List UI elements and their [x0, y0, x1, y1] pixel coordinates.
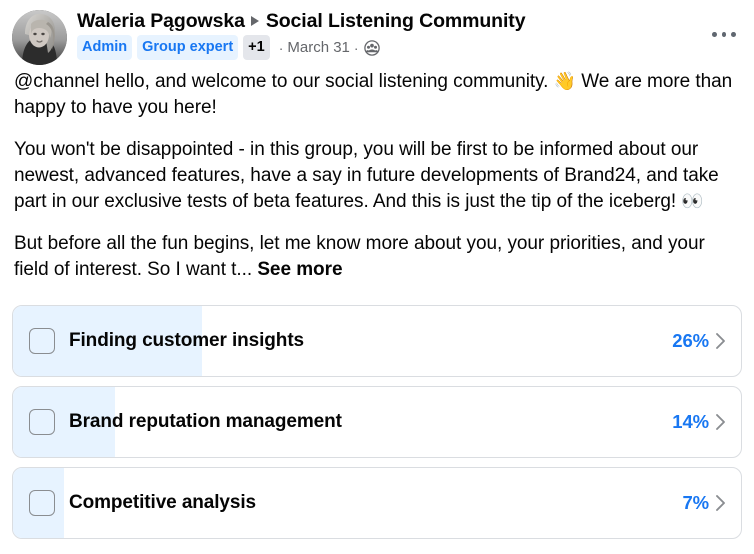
post-meta-line: Admin Group expert +1 · March 31 · [77, 35, 742, 60]
poll-percent: 14% [672, 411, 709, 432]
chevron-right-icon[interactable] [714, 413, 727, 431]
ellipsis-dot [731, 31, 737, 37]
meta-separator-dot-2: · [353, 39, 359, 56]
eyes-emoji: 👀 [681, 191, 704, 212]
poll-row-content: Brand reputation management 14% [13, 387, 741, 457]
post-header: Waleria Pągowska Social Listening Commun… [0, 0, 754, 65]
caret-right-icon [250, 16, 259, 26]
badge-extra-count[interactable]: +1 [243, 35, 270, 60]
poll-result[interactable]: 14% [672, 411, 727, 433]
chevron-right-icon[interactable] [714, 332, 727, 350]
paragraph-3-text: But before all the fun begins, let me kn… [14, 233, 705, 280]
post-body: @channel hello, and welcome to our socia… [0, 65, 754, 283]
poll-checkbox[interactable] [29, 409, 55, 435]
post-paragraph-3: But before all the fun begins, let me kn… [14, 231, 740, 283]
paragraph-2-text: You won't be disappointed - in this grou… [14, 139, 719, 212]
badge-group-expert[interactable]: Group expert [137, 35, 239, 60]
poll-row-content: Finding customer insights 26% [13, 306, 741, 376]
poll-option-row[interactable]: Finding customer insights 26% [12, 305, 742, 377]
post-paragraph-1: @channel hello, and welcome to our socia… [14, 69, 740, 121]
ellipsis-dot [712, 31, 717, 37]
poll-result[interactable]: 26% [672, 330, 727, 352]
poll-option-label: Competitive analysis [69, 492, 257, 513]
paragraph-1-text: @channel hello, and welcome to our socia… [14, 71, 554, 92]
poll-option-label: Brand reputation management [69, 411, 342, 432]
group-name[interactable]: Social Listening Community [266, 10, 526, 32]
chevron-right-icon[interactable] [714, 494, 727, 512]
ellipsis-dot [721, 31, 727, 37]
user-portrait-avatar-icon [12, 10, 67, 65]
poll-percent: 26% [672, 330, 709, 351]
poll-options-list: Finding customer insights 26% Brand repu… [0, 305, 754, 539]
meta-separator-dot: · [278, 39, 284, 56]
avatar[interactable] [12, 10, 67, 65]
facebook-post: Waleria Pągowska Social Listening Commun… [0, 0, 754, 554]
post-title-line: Waleria Pągowska Social Listening Commun… [77, 10, 742, 32]
poll-option-row[interactable]: Brand reputation management 14% [12, 386, 742, 458]
poll-row-content: Competitive analysis 7% [13, 468, 741, 538]
post-date[interactable]: March 31 [287, 38, 350, 58]
poll-percent: 7% [682, 492, 709, 513]
waving-hand-emoji: 👋 [553, 71, 576, 92]
post-options-menu-button[interactable] [706, 16, 742, 52]
poll-option-label: Finding customer insights [69, 330, 305, 351]
post-paragraph-2: You won't be disappointed - in this grou… [14, 137, 740, 215]
poll-result[interactable]: 7% [682, 492, 727, 514]
group-members-icon[interactable] [363, 39, 380, 56]
poll-option-row[interactable]: Competitive analysis 7% [12, 467, 742, 539]
author-name[interactable]: Waleria Pągowska [77, 10, 245, 32]
badge-admin[interactable]: Admin [77, 35, 133, 60]
see-more-link[interactable]: See more [257, 259, 342, 280]
poll-checkbox[interactable] [29, 328, 55, 354]
poll-checkbox[interactable] [29, 490, 55, 516]
post-header-text: Waleria Pągowska Social Listening Commun… [77, 9, 742, 60]
